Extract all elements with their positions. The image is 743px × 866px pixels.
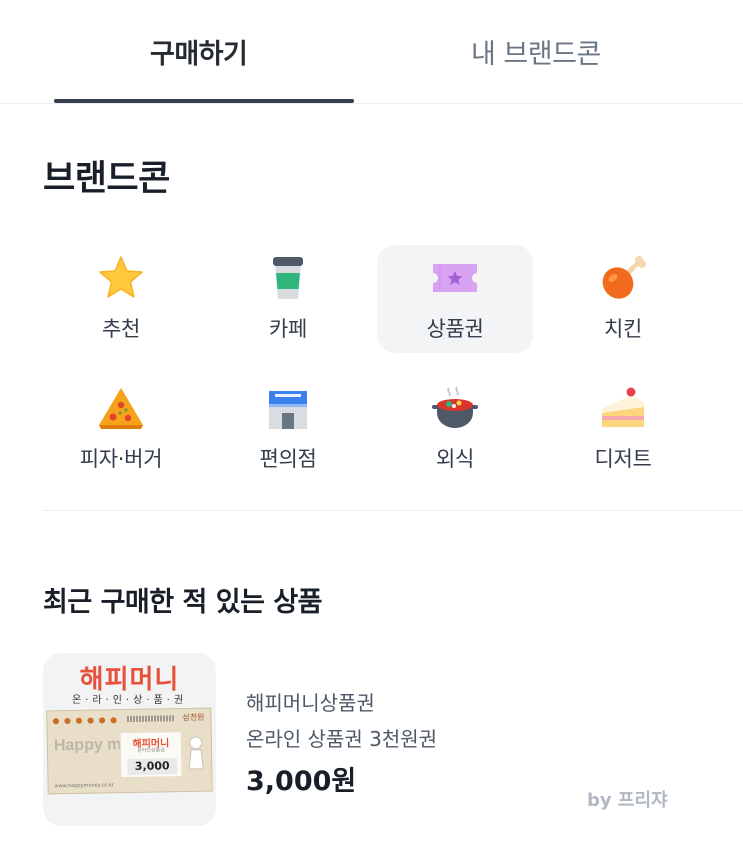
product-name: 온라인 상품권 3천원권 bbox=[246, 727, 438, 751]
tab-buy[interactable]: 구매하기 bbox=[150, 32, 248, 71]
character-figure-icon bbox=[185, 735, 208, 775]
category-label: 편의점 bbox=[259, 447, 317, 471]
hot-pot-icon bbox=[430, 383, 480, 433]
category-dining-out[interactable]: 외식 bbox=[377, 375, 533, 483]
section-title-brandcon: 브랜드콘 bbox=[43, 159, 170, 199]
category-chicken[interactable]: 치킨 bbox=[545, 245, 701, 353]
pizza-icon bbox=[96, 383, 146, 433]
category-label: 상품권 bbox=[426, 317, 484, 341]
tab-my-brandcon[interactable]: 내 브랜드콘 bbox=[471, 32, 601, 71]
category-label: 카페 bbox=[268, 317, 308, 341]
category-cafe[interactable]: 카페 bbox=[210, 245, 366, 353]
ticket-inner-card: 해피머니 온라인상품권 3,000 bbox=[119, 731, 183, 779]
thumbnail-subtitle: 온·라·인·상·품·권 bbox=[71, 695, 188, 706]
category-label: 치킨 bbox=[603, 317, 643, 341]
category-dessert[interactable]: 디저트 bbox=[545, 375, 701, 483]
category-label: 피자·버거 bbox=[79, 447, 163, 471]
cake-icon bbox=[598, 383, 648, 433]
ticket-icon bbox=[430, 253, 480, 303]
section-divider bbox=[43, 510, 743, 511]
coffee-cup-icon bbox=[263, 253, 313, 303]
active-tab-indicator bbox=[54, 99, 354, 103]
chicken-leg-icon bbox=[598, 253, 648, 303]
barcode bbox=[127, 715, 176, 723]
category-label: 추천 bbox=[101, 317, 141, 341]
section-title-recent-purchases: 최근 구매한 적 있는 상품 bbox=[43, 587, 323, 618]
product-thumbnail: 해피머니 온·라·인·상·품·권 ● ● ● ● ● ● 삼천원 Happy m… bbox=[43, 653, 216, 826]
decorative-bubbles: ● ● ● ● ● ● bbox=[52, 715, 119, 726]
product-brand: 해피머니상품권 bbox=[246, 691, 375, 715]
ticket-url: www.happymoney.co.kr bbox=[54, 782, 114, 790]
category-label: 외식 bbox=[435, 447, 475, 471]
product-price: 3,000원 bbox=[246, 766, 357, 797]
by-freeja-credit: by 프리쟈 bbox=[587, 790, 668, 811]
top-tab-bar: 구매하기 내 브랜드콘 bbox=[0, 0, 743, 104]
category-pizza-burger[interactable]: 피자·버거 bbox=[43, 375, 199, 483]
ticket-amount-label: 삼천원 bbox=[182, 712, 205, 723]
star-icon bbox=[96, 253, 146, 303]
ticket-amount: 3,000 bbox=[127, 758, 178, 776]
ticket-subtitle: 온라인상품권 bbox=[137, 747, 165, 754]
gift-certificate-image: ● ● ● ● ● ● 삼천원 Happy money 해피머니 온라인상품권 … bbox=[46, 707, 213, 795]
category-convenience-store[interactable]: 편의점 bbox=[210, 375, 366, 483]
category-label: 디저트 bbox=[594, 447, 652, 471]
convenience-store-icon bbox=[263, 383, 313, 433]
category-recommended[interactable]: 추천 bbox=[43, 245, 199, 353]
category-gift-certificate[interactable]: 상품권 bbox=[377, 245, 533, 353]
